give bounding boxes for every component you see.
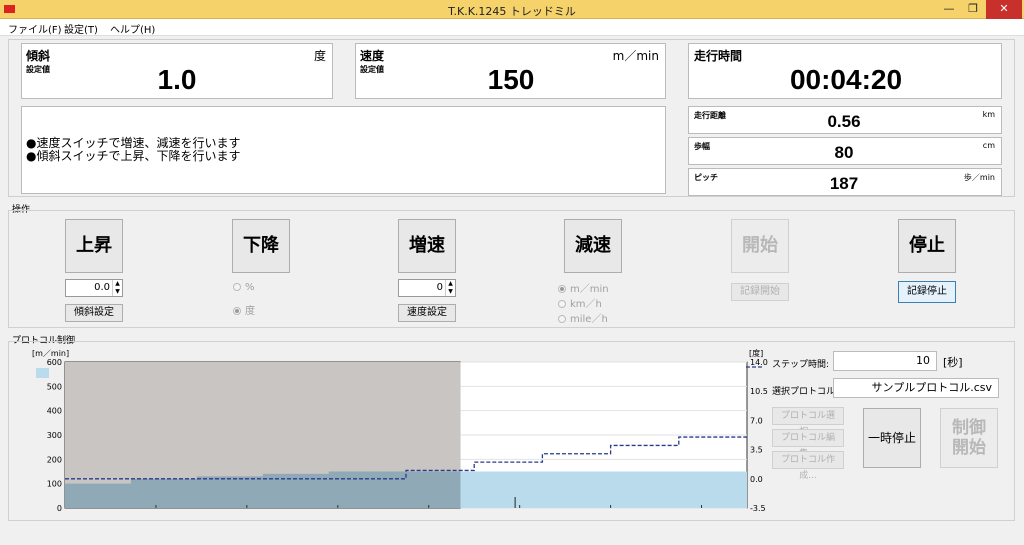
chart-right-tick-label: 10.5: [750, 387, 768, 396]
selected-protocol-label: 選択プロトコル:: [772, 387, 839, 397]
step-time-unit: [秒]: [943, 356, 963, 369]
step-time-field[interactable]: 10: [833, 351, 937, 371]
chart-right-tick-label: 0.0: [750, 475, 763, 484]
chart-right-tick-label: 7.0: [750, 416, 763, 425]
unit-mileh-radio[interactable]: mile／h: [558, 310, 608, 325]
radio-icon: [233, 283, 241, 291]
incline-set-button[interactable]: 傾斜設定: [65, 304, 123, 322]
chart-left-tick-label: 600: [47, 358, 62, 367]
chart-left-tick-label: 300: [47, 431, 62, 440]
pitch-title: ピッチ: [694, 173, 718, 182]
speed-value: 150: [487, 64, 535, 95]
menu-bar: ファイル(F) 設定(T) ヘルプ(H): [0, 19, 1024, 36]
chart-left-tick-label: 200: [47, 455, 62, 464]
radio-selected-icon: [233, 307, 241, 315]
incline-unit: 度: [313, 49, 326, 63]
distance-unit: km: [982, 110, 995, 119]
incline-panel: 傾斜 設定値 度 1.0: [21, 43, 333, 99]
unit-percent-radio[interactable]: %: [233, 282, 255, 293]
incline-title: 傾斜: [26, 49, 51, 63]
speed-down-button[interactable]: 減速: [564, 219, 622, 273]
message-line-2: ●傾斜スイッチで上昇、下降を行います: [26, 149, 241, 163]
incline-down-button[interactable]: 下降: [232, 219, 290, 273]
run-time-value: 00:04:20: [789, 64, 903, 95]
chart-left-tick-label: 100: [47, 480, 62, 489]
incline-spinner[interactable]: 0.0 ▲ ▼: [65, 279, 123, 297]
pitch-value: 187: [829, 174, 859, 193]
pause-button[interactable]: 一時停止: [863, 408, 921, 468]
pitch-unit: 歩／min: [963, 173, 995, 182]
radio-icon: [558, 315, 566, 323]
incline-value: 1.0: [157, 64, 197, 95]
pitch-panel: ピッチ 歩／min 187: [688, 168, 1002, 196]
chart-left-axis-label: [m／min]: [32, 349, 69, 358]
spinner-arrows-icon[interactable]: ▲ ▼: [445, 280, 455, 296]
window-title: T.K.K.1245 トレッドミル: [448, 5, 576, 18]
stride-unit: cm: [982, 141, 995, 150]
speed-spinner[interactable]: 0 ▲ ▼: [398, 279, 456, 297]
speed-sub: 設定値: [360, 65, 384, 74]
chart-right-tick-label: 3.5: [750, 446, 763, 455]
radio-icon: [558, 300, 566, 308]
title-bar: T.K.K.1245 トレッドミル — ❐ ✕: [0, 0, 1024, 19]
incline-spinner-value: 0.0: [94, 282, 110, 293]
chart-left-tick-label: 0: [57, 504, 62, 513]
unit-degree-radio[interactable]: 度: [233, 302, 255, 317]
chart-left-tick-label: 400: [47, 407, 62, 416]
distance-panel: 走行距離 km 0.56: [688, 106, 1002, 134]
chart-right-axis-label: [度]: [749, 348, 763, 358]
speed-unit: m／min: [612, 49, 659, 63]
maximize-icon[interactable]: ❐: [962, 0, 984, 19]
speed-up-button[interactable]: 増速: [398, 219, 456, 273]
record-stop-button[interactable]: 記録停止: [898, 281, 956, 303]
distance-title: 走行距離: [694, 111, 726, 120]
stride-title: 歩幅: [694, 142, 710, 151]
unit-kmh-radio[interactable]: km／h: [558, 295, 602, 310]
unit-mmin-radio[interactable]: m／min: [558, 280, 609, 295]
selected-protocol-field[interactable]: サンプルプロトコル.csv: [833, 378, 999, 398]
minimize-icon[interactable]: —: [938, 0, 960, 19]
close-icon[interactable]: ✕: [986, 0, 1022, 19]
chart-right-tick-label: -3.5: [750, 504, 766, 513]
protocol-create-button[interactable]: プロトコル作成...: [772, 451, 844, 481]
step-time-label: ステップ時間:: [772, 360, 830, 370]
protocol-select-button[interactable]: プロトコル選択...: [772, 407, 844, 437]
stop-button[interactable]: 停止: [898, 219, 956, 273]
speed-set-button[interactable]: 速度設定: [398, 304, 456, 322]
start-button[interactable]: 開始: [731, 219, 789, 273]
spinner-arrows-icon[interactable]: ▲ ▼: [112, 280, 122, 296]
menu-settings[interactable]: 設定(T): [64, 21, 98, 36]
run-time-panel: 走行時間 00:04:20: [688, 43, 1002, 99]
distance-value: 0.56: [827, 112, 861, 131]
message-panel: ●速度スイッチで増速、減速を行います ●傾斜スイッチで上昇、下降を行います: [21, 106, 666, 194]
menu-help[interactable]: ヘルプ(H): [110, 21, 155, 36]
stride-value: 80: [834, 143, 854, 162]
speed-title: 速度: [360, 49, 385, 63]
incline-up-button[interactable]: 上昇: [65, 219, 123, 273]
chart-right-tick-label: 14.0: [750, 358, 768, 367]
protocol-edit-button[interactable]: プロトコル編集...: [772, 429, 844, 459]
run-time-title: 走行時間: [694, 49, 743, 63]
protocol-chart: [m／min] [度] 0 100 200 300 400 500 600 -3.5 0.0 3.…: [32, 348, 768, 513]
radio-selected-icon: [558, 285, 566, 293]
chart-speed-legend-swatch: [36, 368, 49, 378]
chart-left-tick-label: 500: [47, 382, 62, 391]
record-start-button[interactable]: 記録開始: [731, 283, 789, 301]
incline-sub: 設定値: [26, 65, 50, 74]
speed-spinner-value: 0: [436, 282, 443, 293]
chart-speed-area-future: [460, 471, 747, 508]
stride-panel: 歩幅 cm 80: [688, 137, 1002, 165]
menu-file[interactable]: ファイル(F): [8, 21, 62, 36]
operation-group: [8, 210, 1015, 328]
control-start-button[interactable]: 制御 開始: [940, 408, 998, 468]
speed-panel: 速度 設定値 m／min 150: [355, 43, 666, 99]
control-start-line1: 制御: [952, 418, 986, 438]
control-start-line2: 開始: [952, 438, 986, 458]
